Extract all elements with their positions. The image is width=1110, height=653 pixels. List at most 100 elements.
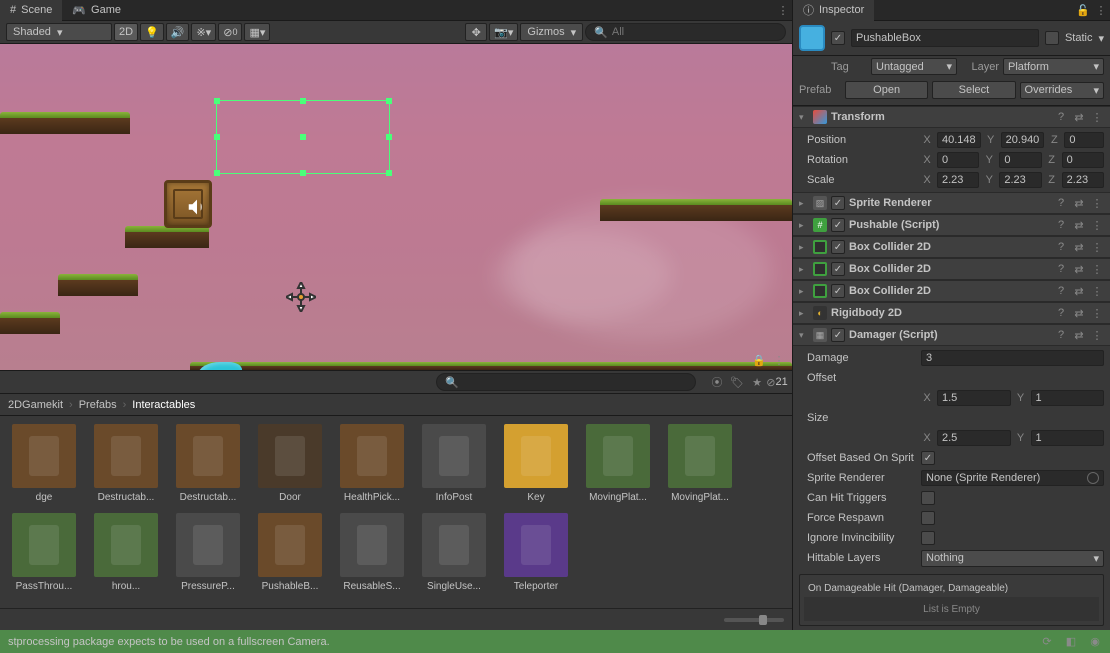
- help-icon[interactable]: ?: [1054, 111, 1068, 123]
- cache-icon[interactable]: ◧: [1062, 632, 1080, 650]
- rot-y-field[interactable]: 0: [999, 152, 1041, 168]
- rot-z-field[interactable]: 0: [1062, 152, 1104, 168]
- component-sprite-renderer-header[interactable]: ▨ Sprite Renderer ?⇄⋮: [793, 192, 1110, 214]
- enable-toggle[interactable]: [831, 284, 845, 298]
- asset-item[interactable]: Destructab...: [172, 424, 244, 503]
- shading-dropdown[interactable]: Shaded ▾: [6, 23, 112, 41]
- tab-context-icon[interactable]: ⋮: [774, 1, 792, 19]
- lock-icon[interactable]: 🔓: [1074, 1, 1092, 19]
- rot-x-field[interactable]: 0: [937, 152, 979, 168]
- context-icon[interactable]: ⋮: [1090, 111, 1104, 124]
- fx-dropdown[interactable]: ※▾: [191, 23, 216, 41]
- prefab-overrides-dropdown[interactable]: Overrides▾: [1020, 82, 1104, 99]
- hidden-count-icon[interactable]: ⊘21: [768, 373, 786, 391]
- prefab-open-button[interactable]: Open: [845, 81, 928, 99]
- mode-2d-button[interactable]: 2D: [114, 23, 138, 41]
- scene-search-input[interactable]: [612, 26, 777, 38]
- tab-inspector[interactable]: ⓘ Inspector: [793, 0, 874, 21]
- asset-item[interactable]: PressureP...: [172, 513, 244, 592]
- asset-item[interactable]: PassThrou...: [8, 513, 80, 592]
- component-pushable-header[interactable]: # Pushable (Script) ?⇄⋮: [793, 214, 1110, 236]
- grid-dropdown[interactable]: ▦▾: [244, 23, 270, 41]
- asset-item[interactable]: Key: [500, 424, 572, 503]
- enable-toggle[interactable]: [831, 328, 845, 342]
- pos-x-field[interactable]: 40.148: [937, 132, 981, 148]
- asset-item[interactable]: hrou...: [90, 513, 162, 592]
- asset-item[interactable]: Teleporter: [500, 513, 572, 592]
- preset-icon[interactable]: ⇄: [1072, 111, 1086, 124]
- size-y-field[interactable]: 1: [1031, 430, 1105, 446]
- chevron-down-icon[interactable]: ▾: [1098, 32, 1104, 45]
- offset-y-field[interactable]: 1: [1031, 390, 1105, 406]
- component-damager-header[interactable]: ▦ Damager (Script) ?⇄⋮: [793, 324, 1110, 346]
- object-name-field[interactable]: PushableBox: [851, 29, 1039, 47]
- gizmos-dropdown[interactable]: Gizmos ▾: [520, 23, 583, 41]
- asset-item[interactable]: MovingPlat...: [582, 424, 654, 503]
- asset-item[interactable]: PushableB...: [254, 513, 326, 592]
- thumbnail-size-slider[interactable]: [724, 618, 784, 622]
- enable-toggle[interactable]: [831, 240, 845, 254]
- hidden-objects-icon[interactable]: ⊘0: [218, 23, 242, 41]
- pos-y-field[interactable]: 20.940: [1001, 132, 1045, 148]
- tag-icon[interactable]: 🏷: [728, 373, 746, 391]
- selection-rectangle[interactable]: [216, 100, 390, 174]
- project-search[interactable]: 🔍: [436, 373, 696, 391]
- asset-item[interactable]: HealthPick...: [336, 424, 408, 503]
- sprite-renderer-field[interactable]: None (Sprite Renderer): [921, 470, 1104, 486]
- project-grid[interactable]: dgeDestructab...Destructab...DoorHealthP…: [0, 416, 792, 608]
- component-transform-header[interactable]: Transform ? ⇄ ⋮: [793, 106, 1110, 128]
- object-picker-icon[interactable]: [1087, 472, 1099, 484]
- crumb-root[interactable]: 2DGamekit: [8, 399, 63, 411]
- camera-dropdown[interactable]: 📷▾: [489, 23, 518, 41]
- scale-z-field[interactable]: 2.23: [1062, 172, 1104, 188]
- layer-dropdown[interactable]: Platform▾: [1003, 58, 1104, 75]
- offset-sprite-toggle[interactable]: [921, 451, 935, 465]
- autosave-icon[interactable]: ⟳: [1038, 632, 1056, 650]
- ignore-invincibility-toggle[interactable]: [921, 531, 935, 545]
- offset-x-field[interactable]: 1.5: [937, 390, 1011, 406]
- project-search-input[interactable]: [459, 376, 687, 388]
- asset-item[interactable]: ReusableS...: [336, 513, 408, 592]
- panel-context-icon[interactable]: ⋮: [770, 351, 788, 369]
- lock-icon[interactable]: 🔒: [750, 351, 768, 369]
- scale-y-field[interactable]: 2.23: [999, 172, 1041, 188]
- component-box-collider-header[interactable]: Box Collider 2D ?⇄⋮: [793, 280, 1110, 302]
- enable-toggle[interactable]: [831, 218, 845, 232]
- component-box-collider-header[interactable]: Box Collider 2D ?⇄⋮: [793, 236, 1110, 258]
- crumb-current[interactable]: Interactables: [132, 399, 195, 411]
- damage-field[interactable]: 3: [921, 350, 1104, 366]
- force-respawn-toggle[interactable]: [921, 511, 935, 525]
- can-hit-triggers-toggle[interactable]: [921, 491, 935, 505]
- static-toggle[interactable]: [1045, 31, 1059, 45]
- size-x-field[interactable]: 2.5: [937, 430, 1011, 446]
- audio-icon[interactable]: 🔊: [166, 23, 190, 41]
- active-toggle[interactable]: [831, 31, 845, 45]
- component-box-collider-header[interactable]: Box Collider 2D ?⇄⋮: [793, 258, 1110, 280]
- prefab-select-button[interactable]: Select: [932, 81, 1015, 99]
- asset-item[interactable]: Door: [254, 424, 326, 503]
- component-rigidbody-header[interactable]: ◐ Rigidbody 2D ?⇄⋮: [793, 302, 1110, 324]
- tab-game[interactable]: 🎮 Game: [62, 0, 131, 21]
- tag-dropdown[interactable]: Untagged▾: [871, 58, 957, 75]
- lighting-icon[interactable]: 💡: [140, 23, 164, 41]
- asset-item[interactable]: InfoPost: [418, 424, 490, 503]
- panel-context-icon[interactable]: ⋮: [1092, 1, 1110, 19]
- asset-item[interactable]: MovingPlat...: [664, 424, 736, 503]
- asset-item[interactable]: Destructab...: [90, 424, 162, 503]
- filter-icon[interactable]: ⦿: [708, 373, 726, 391]
- progress-icon[interactable]: ◉: [1086, 632, 1104, 650]
- move-gizmo[interactable]: [286, 282, 316, 312]
- asset-item[interactable]: SingleUse...: [418, 513, 490, 592]
- audio-gizmo-icon[interactable]: [186, 196, 208, 218]
- hittable-layers-dropdown[interactable]: Nothing▾: [921, 550, 1104, 567]
- star-icon[interactable]: ★: [748, 373, 766, 391]
- tab-scene[interactable]: # Scene: [0, 0, 62, 21]
- tool-handle-icon[interactable]: ✥: [465, 23, 487, 41]
- crumb-prefabs[interactable]: Prefabs: [79, 399, 117, 411]
- pos-z-field[interactable]: 0: [1064, 132, 1104, 148]
- enable-toggle[interactable]: [831, 196, 845, 210]
- scale-x-field[interactable]: 2.23: [937, 172, 979, 188]
- enable-toggle[interactable]: [831, 262, 845, 276]
- asset-item[interactable]: dge: [8, 424, 80, 503]
- scene-search[interactable]: 🔍: [585, 23, 786, 41]
